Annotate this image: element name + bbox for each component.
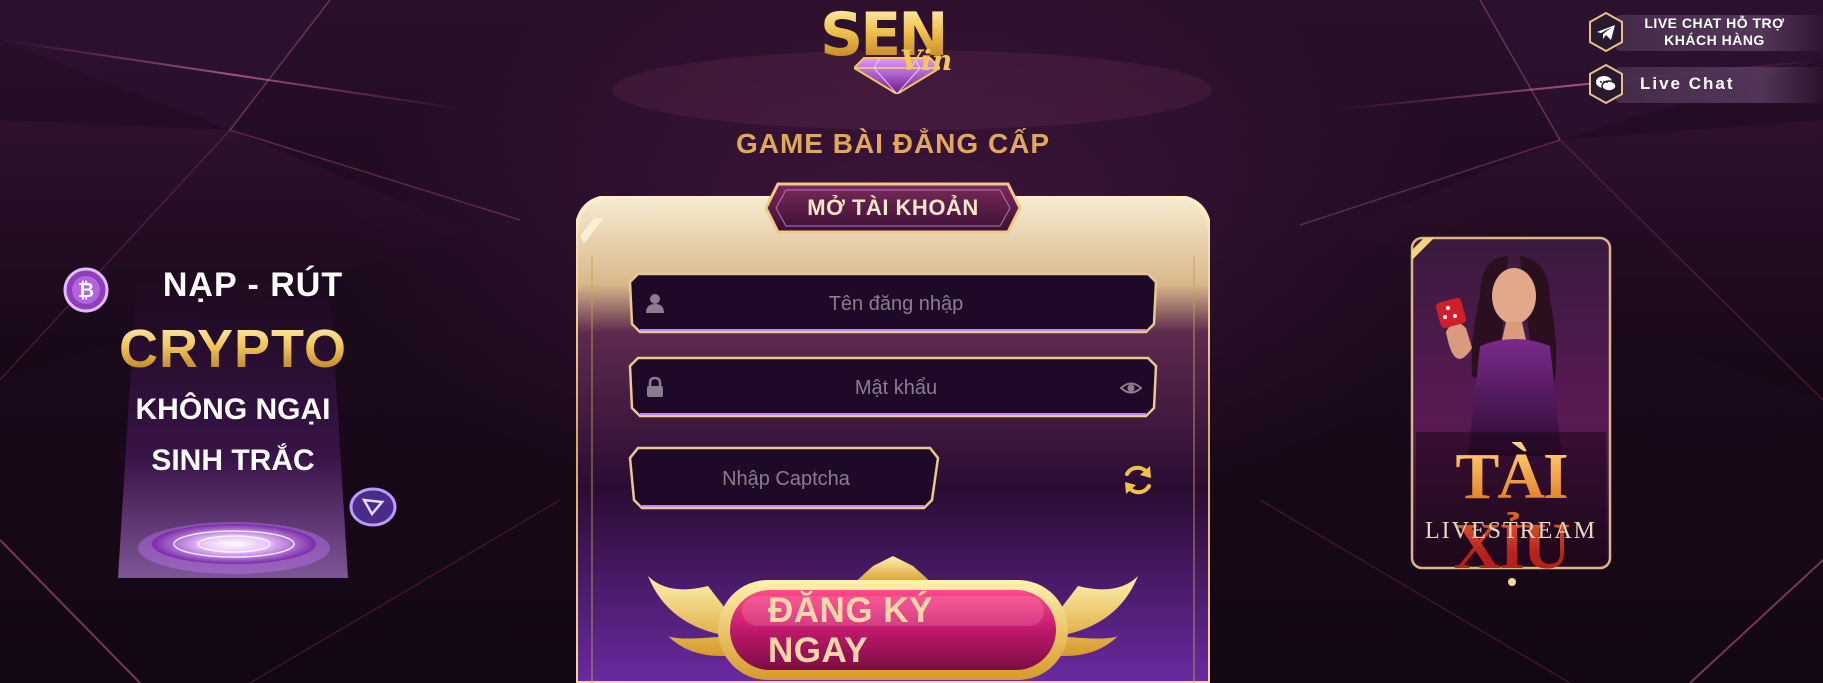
logo-subtext: Vin [900, 44, 953, 77]
promo-line-2: CRYPTO [58, 318, 408, 380]
register-title: MỞ TÀI KHOẢN [807, 195, 979, 220]
refresh-captcha-icon[interactable] [1120, 462, 1156, 498]
tron-coin-icon [349, 487, 397, 527]
page: SEN Vin GAME BÀI ĐẲNG CẤP LIVE CHAT HỖ T… [0, 0, 1823, 683]
tagline: GAME BÀI ĐẲNG CẤP [735, 128, 1051, 159]
chat-bubble-icon [1589, 64, 1623, 104]
username-input[interactable] [672, 272, 1120, 336]
crypto-promo-banner[interactable]: ₿ NẠP - RÚT CRYPTO KHÔNG NGẠI SINH TRẮC [58, 258, 408, 588]
register-title-badge: MỞ TÀI KHOẢN [764, 180, 1022, 236]
promo-line-4: SINH TRẮC [151, 444, 315, 477]
taixiu-livestream-banner[interactable]: TÀI XỈU LIVESTREAM [1410, 236, 1612, 582]
register-panel: MỞ TÀI KHOẢN Tên đăng nhập Nhập Captcha … [576, 182, 1210, 683]
captcha-field[interactable] [628, 446, 940, 512]
live-chat-support-label: LIVE CHAT HỖ TRỢ KHÁCH HÀNG [1644, 15, 1785, 48]
telegram-icon [1589, 12, 1623, 52]
live-chat-support-button[interactable]: LIVE CHAT HỖ TRỢ KHÁCH HÀNG [1588, 12, 1823, 52]
eye-icon[interactable] [1120, 377, 1142, 399]
register-now-label: ĐĂNG KÝ NGAY [768, 591, 933, 670]
password-field[interactable] [628, 356, 1158, 420]
glowing-platform-icon [138, 522, 330, 574]
brand-logo[interactable]: SEN Vin [812, 4, 972, 96]
user-icon [646, 294, 664, 313]
password-input[interactable] [672, 356, 1120, 420]
taixiu-title: TÀI XỈU [1410, 442, 1612, 582]
promo-line-1: NẠP - RÚT [162, 266, 344, 304]
taixiu-subtitle: LIVESTREAM [1425, 518, 1597, 544]
username-field[interactable] [628, 272, 1158, 336]
lock-icon [647, 376, 663, 397]
live-chat-label: Live Chat [1640, 74, 1735, 93]
live-chat-button[interactable]: Live Chat [1588, 64, 1823, 104]
captcha-input[interactable] [638, 446, 934, 512]
register-now-button[interactable]: ĐĂNG KÝ NGAY [648, 556, 1138, 683]
carousel-indicator-dot[interactable] [1508, 578, 1516, 586]
promo-line-3: KHÔNG NGẠI [135, 393, 331, 426]
